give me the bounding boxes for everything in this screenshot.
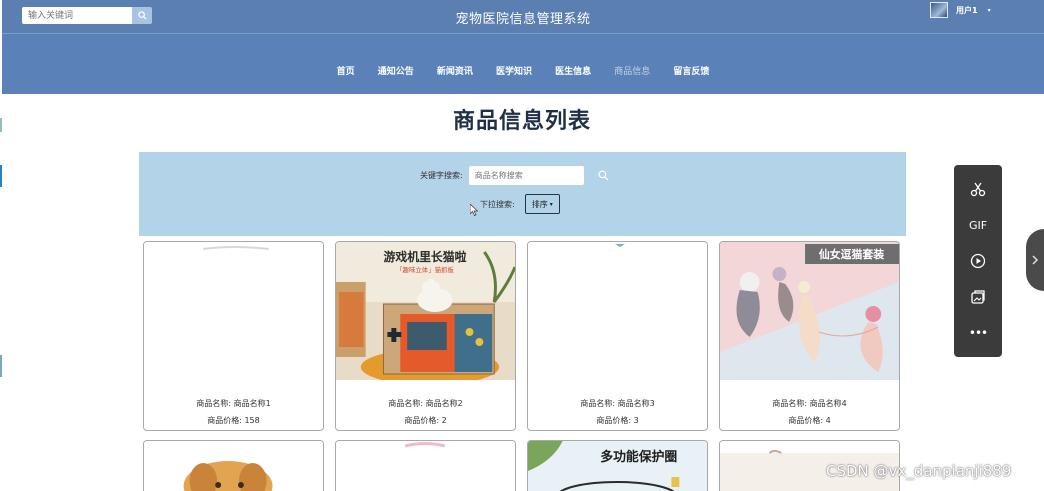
product-price: 商品价格: 3 xyxy=(596,416,639,425)
watermark: CSDN @vx_danpianji889 xyxy=(826,462,1012,480)
product-price: 商品价格: 158 xyxy=(207,416,260,425)
chevron-down-icon: ▾ xyxy=(549,200,553,208)
left-edge-mark xyxy=(0,165,2,187)
keyword-search-input[interactable] xyxy=(468,166,584,185)
dropdown-search-row: 下拉搜索: 排序 ▾ xyxy=(480,194,560,214)
sort-dropdown-button[interactable]: 排序 ▾ xyxy=(524,194,560,214)
mouse-cursor-icon xyxy=(470,204,478,216)
product-image-caption: 仙女逗猫套装 xyxy=(819,247,884,261)
user-menu[interactable]: 用户1 ▾ xyxy=(930,2,991,18)
keyword-search-row: 关键字搜索: xyxy=(420,166,609,185)
collapse-panel-tab[interactable] xyxy=(1026,229,1044,291)
nav-item-products[interactable]: 商品信息 xyxy=(614,64,650,77)
main-nav: 首页 通知公告 新闻资讯 医学知识 医生信息 商品信息 留言反馈 xyxy=(2,33,1044,94)
gif-button[interactable]: GIF xyxy=(966,213,990,237)
product-card[interactable]: 商品名称: 商品名称1 商品价格: 158 xyxy=(143,241,324,431)
filter-panel: 关键字搜索: 下拉搜索: 排序 ▾ xyxy=(139,152,906,236)
top-bar: 宠物医院信息管理系统 用户1 ▾ xyxy=(2,0,1044,33)
product-image[interactable]: 仙女逗猫套装 xyxy=(720,242,899,380)
nav-item-notices[interactable]: 通知公告 xyxy=(378,64,414,77)
nav-list: 首页 通知公告 新闻资讯 医学知识 医生信息 商品信息 留言反馈 xyxy=(2,59,1044,78)
product-image-caption: 游戏机里长猫啦 xyxy=(384,250,467,264)
product-card[interactable]: 仙女逗猫套装 商品名称: 商品名称4 商品价格: 4 xyxy=(719,241,900,431)
screen-tool-panel: GIF ••• xyxy=(954,165,1002,357)
product-name: 商品名称: 商品名称4 xyxy=(772,399,847,408)
product-image[interactable] xyxy=(528,242,707,380)
product-image[interactable]: 多功能保护圈 xyxy=(528,441,707,491)
product-image[interactable] xyxy=(144,242,323,380)
site-title: 宠物医院信息管理系统 xyxy=(455,12,591,27)
product-name: 商品名称: 商品名称2 xyxy=(388,399,463,408)
product-card[interactable]: 游戏机里长猫啦 「趣味立体」猫抓板 商品名称: 商品名称2 商品价格: 2 xyxy=(335,241,516,431)
product-price: 商品价格: 4 xyxy=(788,416,831,425)
nav-item-feedback[interactable]: 留言反馈 xyxy=(673,64,709,77)
product-price: 商品价格: 2 xyxy=(404,416,447,425)
dropdown-search-label: 下拉搜索: xyxy=(480,199,515,209)
sort-label: 排序 xyxy=(531,199,548,209)
avatar[interactable] xyxy=(930,2,948,18)
nav-item-news[interactable]: 新闻资讯 xyxy=(437,64,473,77)
chevron-down-icon[interactable]: ▾ xyxy=(988,7,991,14)
search-icon xyxy=(598,170,609,181)
keyword-search-label: 关键字搜索: xyxy=(420,171,463,180)
left-edge-mark xyxy=(0,355,2,377)
product-name: 商品名称: 商品名称1 xyxy=(196,399,271,408)
more-icon[interactable]: ••• xyxy=(966,321,990,345)
nav-item-doctors[interactable]: 医生信息 xyxy=(555,64,591,77)
chevron-right-icon xyxy=(1032,255,1039,265)
nav-item-home[interactable]: 首页 xyxy=(337,64,355,77)
screenshot-icon[interactable] xyxy=(966,285,990,309)
page-title: 商品信息列表 xyxy=(452,109,591,134)
product-card[interactable] xyxy=(335,440,516,491)
product-image-caption: 多功能保护圈 xyxy=(600,449,677,465)
nav-item-medical-knowledge[interactable]: 医学知识 xyxy=(496,64,532,77)
record-icon[interactable] xyxy=(966,249,990,273)
product-image-subcaption: 「趣味立体」猫抓板 xyxy=(396,265,454,274)
user-name[interactable]: 用户1 xyxy=(956,5,978,16)
product-image[interactable] xyxy=(336,441,515,491)
keyword-search-button[interactable] xyxy=(598,170,609,181)
product-card[interactable] xyxy=(143,440,324,491)
scissors-icon[interactable] xyxy=(966,177,990,201)
product-name: 商品名称: 商品名称3 xyxy=(580,399,655,408)
product-card[interactable]: 商品名称: 商品名称3 商品价格: 3 xyxy=(527,241,708,431)
product-image[interactable] xyxy=(144,441,323,491)
product-card[interactable]: 多功能保护圈 xyxy=(527,440,708,491)
product-image[interactable]: 游戏机里长猫啦 「趣味立体」猫抓板 xyxy=(336,242,515,380)
